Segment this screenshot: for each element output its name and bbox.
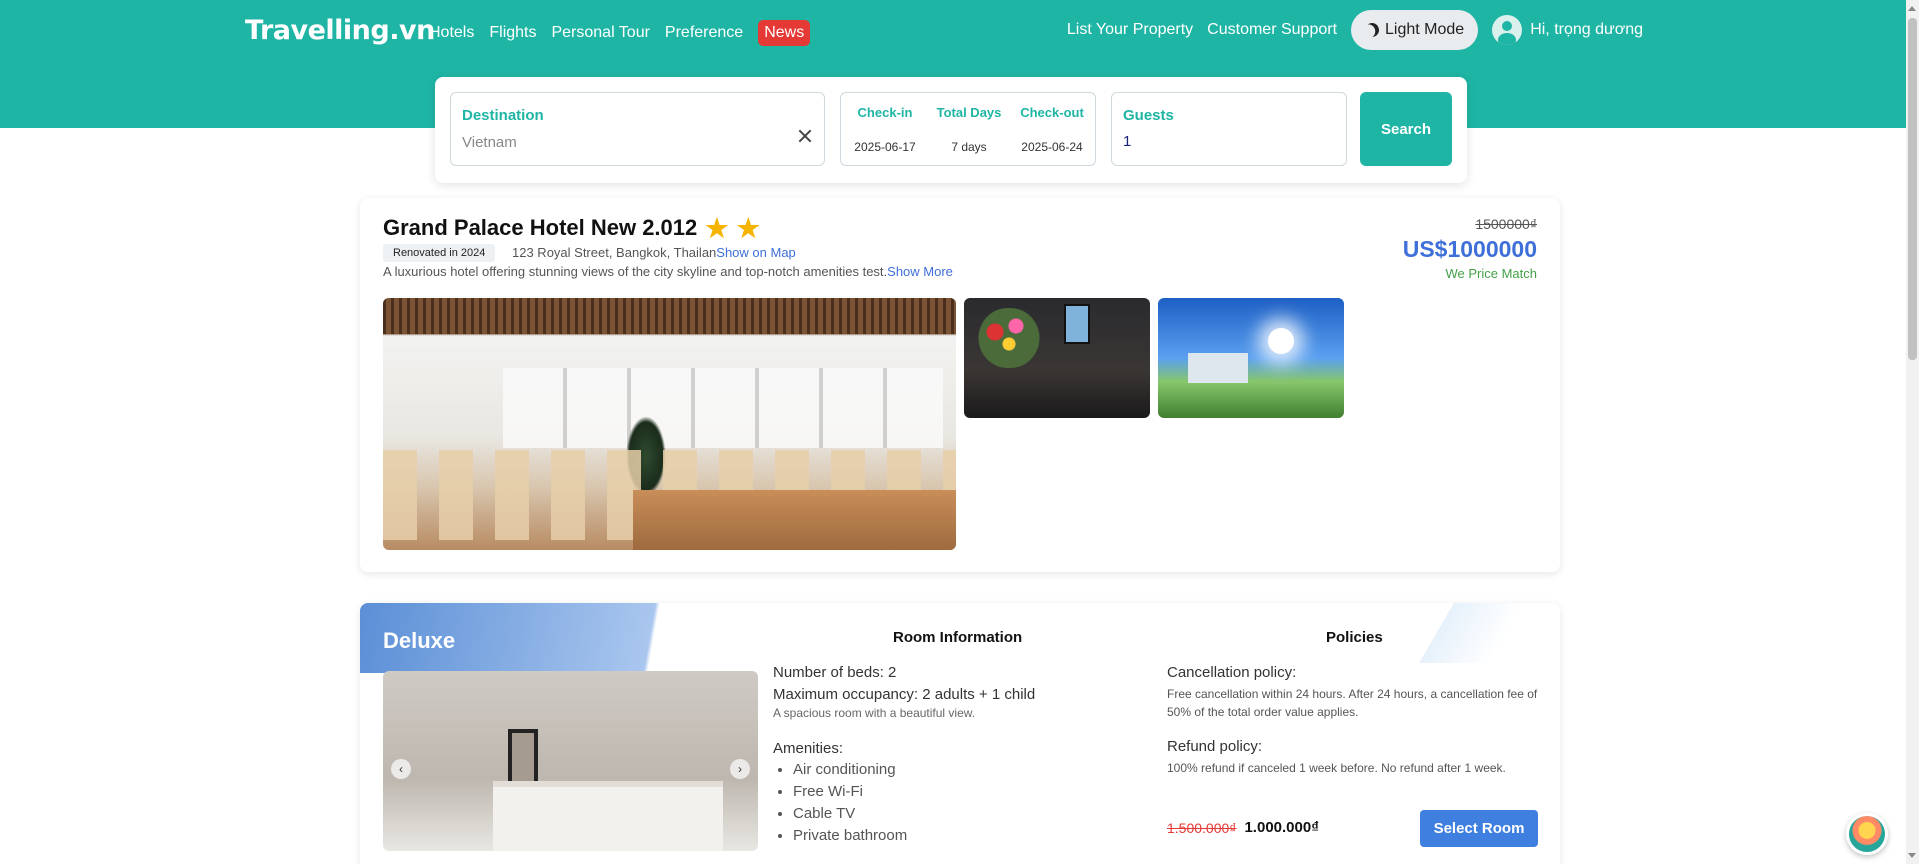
hotel-card: Grand Palace Hotel New 2.012 ★ ★ Renovat… [360, 198, 1560, 572]
room-description: A spacious room with a beautiful view. [773, 706, 976, 720]
renovated-badge: Renovated in 2024 [383, 244, 496, 262]
policies-title: Policies [1326, 629, 1383, 646]
refund-text: 100% refund if canceled 1 week before. N… [1167, 761, 1506, 775]
user-avatar-icon [1492, 15, 1523, 45]
chat-assistant-icon[interactable] [1846, 813, 1888, 855]
price-match-label: We Price Match [1445, 266, 1537, 281]
room-info: Number of beds: 2 Maximum occupancy: 2 a… [773, 664, 1093, 849]
chevron-left-icon[interactable]: ‹ [391, 759, 411, 779]
hotel-description-row: A luxurious hotel offering stunning view… [383, 264, 953, 279]
customer-support-link[interactable]: Customer Support [1207, 21, 1337, 39]
nav-hotels[interactable]: Hotels [429, 24, 474, 42]
moon-icon [1363, 21, 1381, 39]
room-decoration [1360, 603, 1560, 663]
guests-label: Guests [1123, 107, 1174, 124]
room-photo-carousel[interactable]: ‹ › [383, 671, 758, 851]
checkin-value: 2025-06-17 [854, 140, 916, 154]
user-menu[interactable]: Hi, trọng dương [1492, 15, 1643, 45]
nav-preference[interactable]: Preference [665, 24, 743, 42]
room-price: 1.500.000₫ 1.000.000₫ [1167, 819, 1319, 836]
hotel-address-row: 123 Royal Street, Bangkok, ThailanShow o… [512, 245, 796, 260]
hotel-name: Grand Palace Hotel New 2.012 [383, 215, 698, 240]
hotel-photo-lobby[interactable] [964, 298, 1150, 418]
hotel-address: 123 Royal Street, Bangkok, Thailan [512, 245, 717, 260]
checkout-label: Check-out [1020, 105, 1084, 120]
room-type: Deluxe [383, 628, 456, 653]
room-card: Deluxe ‹ › Room Information Policies Num… [360, 603, 1560, 864]
clear-icon[interactable] [798, 129, 812, 143]
destination-input[interactable]: Vietnam [462, 134, 517, 151]
amenities-list: Air conditioning Free Wi-Fi Cable TV Pri… [773, 761, 1093, 844]
destination-field[interactable]: Destination Vietnam [450, 92, 825, 166]
hotel-main-photo[interactable] [383, 298, 956, 550]
date-range-field[interactable]: Check-in 2025-06-17 Total Days 7 days Ch… [840, 92, 1096, 166]
search-button[interactable]: Search [1360, 92, 1452, 166]
nav-personal-tour[interactable]: Personal Tour [551, 24, 649, 42]
room-old-price: 1.500.000₫ [1167, 819, 1237, 836]
scroll-down-icon[interactable] [1908, 853, 1916, 858]
checkout-column[interactable]: Check-out 2025-06-24 [1012, 105, 1092, 154]
page-scrollbar[interactable] [1906, 0, 1919, 864]
star-icon: ★ [736, 213, 760, 243]
main-nav: Hotels Flights Personal Tour Preference … [429, 20, 811, 46]
total-days-label: Total Days [936, 105, 1002, 120]
amenity-item: Free Wi-Fi [793, 783, 1093, 800]
hotel-old-price: 1500000₫ [1475, 216, 1537, 232]
chevron-right-icon[interactable]: › [730, 759, 750, 779]
amenities-title: Amenities: [773, 740, 844, 757]
room-occupancy: Maximum occupancy: 2 adults + 1 child [773, 686, 1036, 703]
search-card: Destination Vietnam Check-in 2025-06-17 … [435, 77, 1467, 183]
room-header: Deluxe [360, 603, 770, 673]
show-more-link[interactable]: Show More [887, 264, 953, 279]
star-icon: ★ [705, 213, 729, 243]
hotel-title-row: Grand Palace Hotel New 2.012 ★ ★ [383, 215, 760, 241]
hotel-price: US$1000000 [1402, 236, 1537, 262]
nav-news[interactable]: News [758, 20, 811, 46]
room-info-title: Room Information [893, 629, 1023, 646]
amenity-item: Cable TV [793, 805, 1093, 822]
select-room-button[interactable]: Select Room [1420, 810, 1538, 847]
theme-toggle-button[interactable]: Light Mode [1351, 10, 1479, 50]
user-greeting: Hi, trọng dương [1530, 21, 1643, 38]
list-property-link[interactable]: List Your Property [1067, 21, 1193, 39]
theme-toggle-label: Light Mode [1385, 21, 1465, 38]
total-days-column: Total Days 7 days [929, 105, 1009, 154]
show-on-map-link[interactable]: Show on Map [716, 245, 796, 260]
hotel-photo-exterior[interactable] [1158, 298, 1344, 418]
hotel-description: A luxurious hotel offering stunning view… [383, 264, 888, 279]
checkin-column[interactable]: Check-in 2025-06-17 [845, 105, 925, 154]
room-new-price: 1.000.000₫ [1244, 819, 1319, 836]
checkin-label: Check-in [857, 105, 913, 120]
room-beds: Number of beds: 2 [773, 664, 897, 681]
amenity-item: Air conditioning [793, 761, 1093, 778]
guests-input[interactable]: 1 [1123, 133, 1131, 150]
amenity-item: Private bathroom [793, 827, 1093, 844]
cancellation-title: Cancellation policy: [1167, 664, 1297, 681]
nav-flights[interactable]: Flights [489, 24, 536, 42]
refund-title: Refund policy: [1167, 738, 1263, 755]
scroll-up-icon[interactable] [1908, 6, 1916, 11]
right-nav: List Your Property Customer Support Ligh… [1067, 10, 1643, 50]
policies: Cancellation policy: Free cancellation w… [1167, 664, 1547, 794]
brand-logo[interactable]: Travelling.vn [245, 15, 435, 46]
guests-field[interactable]: Guests 1 [1111, 92, 1347, 166]
checkout-value: 2025-06-24 [1021, 140, 1083, 154]
scrollbar-thumb[interactable] [1908, 18, 1917, 360]
total-days-value: 7 days [951, 140, 987, 154]
destination-label: Destination [462, 107, 544, 124]
cancellation-text: Free cancellation within 24 hours. After… [1167, 687, 1538, 719]
